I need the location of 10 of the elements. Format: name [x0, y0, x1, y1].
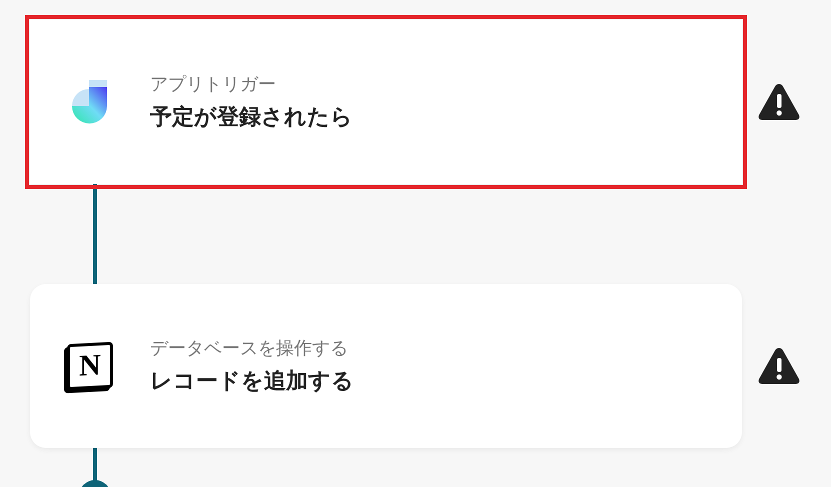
step-title: レコードを追加する	[150, 368, 354, 396]
step-card[interactable]: N データベースを操作する レコードを追加する	[30, 284, 742, 448]
step-type-label: データベースを操作する	[150, 337, 349, 360]
step-card[interactable]: アプリトリガー 予定が登録されたら	[30, 20, 742, 184]
warning-icon[interactable]	[757, 346, 801, 386]
step-title: 予定が登録されたら	[150, 104, 353, 132]
step-type-label: アプリトリガー	[150, 73, 277, 96]
app-logo-icon	[71, 80, 109, 124]
warning-icon[interactable]	[757, 82, 801, 122]
notion-logo-icon: N	[67, 342, 113, 390]
